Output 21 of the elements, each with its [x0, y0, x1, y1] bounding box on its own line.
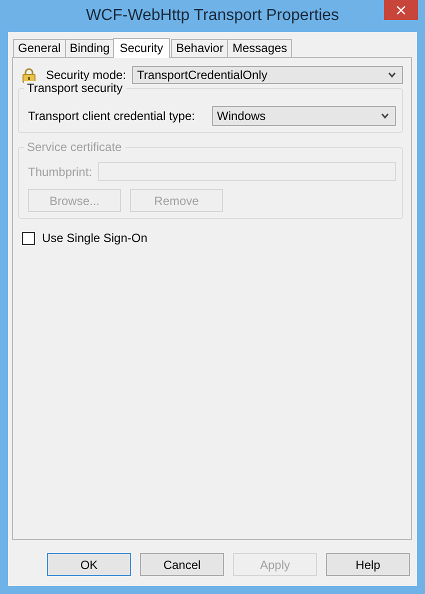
tab[interactable]: Messages — [227, 39, 292, 57]
tab[interactable]: General — [13, 39, 66, 57]
button[interactable]: OK — [47, 553, 131, 576]
group-title: Service certificate — [24, 140, 125, 154]
field-label: Thumbprint: — [28, 164, 92, 178]
group-title: Transport security — [24, 81, 126, 95]
checkbox-label: Use Single Sign-On — [42, 231, 148, 245]
button[interactable]: Cancel — [140, 553, 224, 576]
dropdown[interactable]: Windows — [212, 106, 396, 126]
close-button[interactable]: × — [384, 0, 418, 20]
dropdown[interactable]: TransportCredentialOnly — [132, 66, 403, 84]
caret-icon — [381, 113, 389, 119]
window-title: WCF-WebHttp Transport Properties — [86, 7, 340, 25]
field-label: Security mode: — [46, 68, 126, 82]
button[interactable]: Help — [326, 553, 410, 576]
caret-icon — [388, 72, 396, 78]
tab[interactable]: Behavior — [171, 39, 228, 57]
field-label: Transport client credential type: — [28, 109, 195, 123]
checkbox[interactable] — [22, 232, 35, 244]
tab[interactable]: Binding — [64, 39, 115, 57]
tab[interactable]: Security — [112, 38, 170, 58]
